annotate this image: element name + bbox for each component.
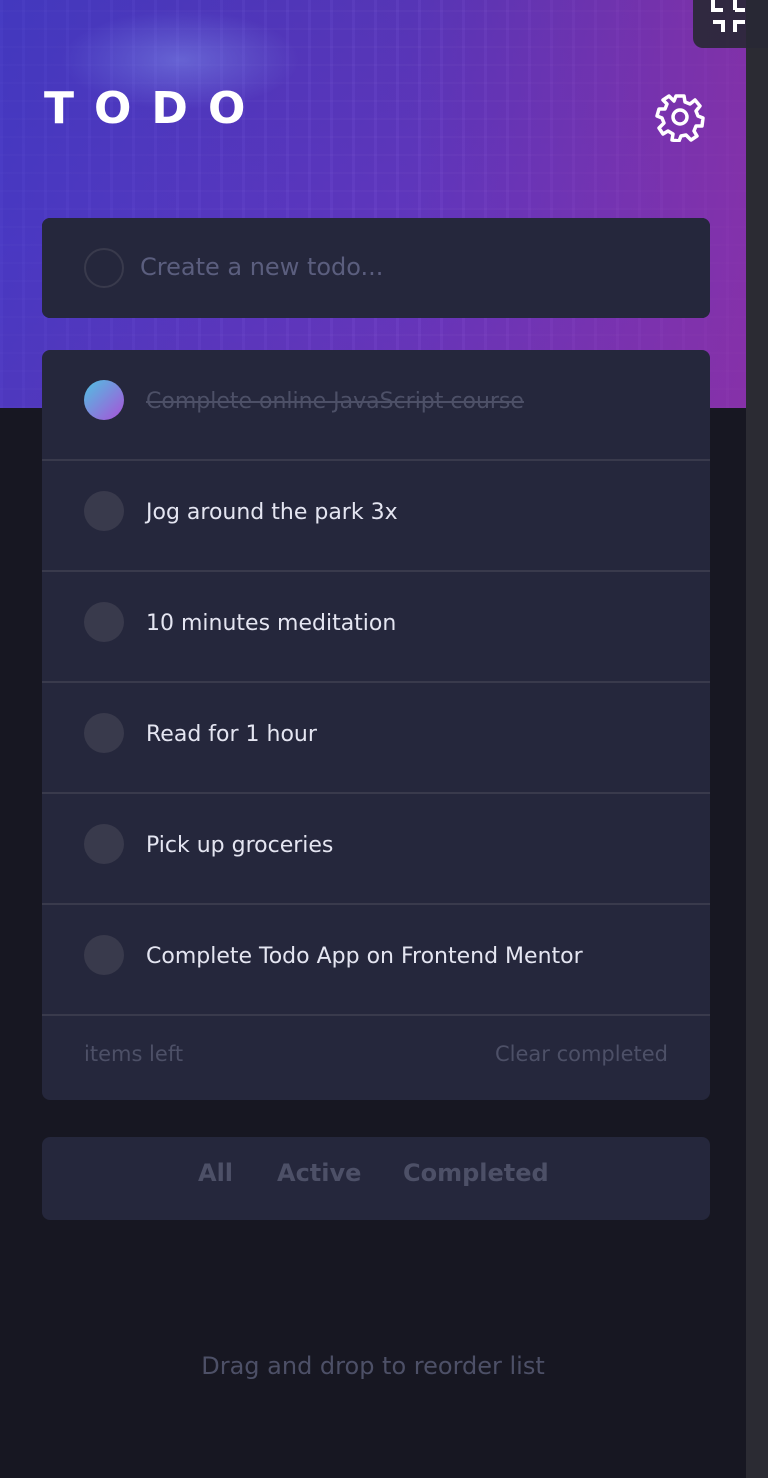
gear-icon (655, 94, 705, 143)
todo-text: Jog around the park 3x (146, 500, 398, 525)
new-todo-checkbox[interactable] (84, 248, 124, 288)
todo-item[interactable]: Read for 1 hour (42, 683, 710, 794)
filter-completed[interactable]: Completed (403, 1159, 549, 1187)
settings-button[interactable] (654, 92, 706, 143)
todo-item[interactable]: Complete online JavaScript course (42, 350, 710, 461)
filter-bar: All Active Completed (42, 1137, 710, 1220)
todo-checkbox-checked[interactable] (84, 380, 124, 420)
todo-checkbox[interactable] (84, 491, 124, 531)
new-todo-input[interactable] (140, 246, 640, 288)
todo-item[interactable]: Jog around the park 3x (42, 461, 710, 572)
todo-checkbox[interactable] (84, 935, 124, 975)
todo-text: 10 minutes meditation (146, 611, 397, 636)
fullscreen-exit-icon (711, 0, 745, 32)
filter-all[interactable]: All (198, 1159, 233, 1187)
todo-checkbox[interactable] (84, 713, 124, 753)
todo-text: Read for 1 hour (146, 722, 317, 747)
filter-active[interactable]: Active (277, 1159, 361, 1187)
reorder-hint: Drag and drop to reorder list (201, 1352, 545, 1380)
clear-completed-button[interactable]: Clear completed (495, 1042, 668, 1066)
todo-text: Pick up groceries (146, 833, 334, 858)
todo-checkbox[interactable] (84, 824, 124, 864)
list-footer: items left Clear completed (42, 1018, 710, 1100)
page-title: TODO (44, 83, 266, 134)
fullscreen-exit-button[interactable] (693, 0, 768, 48)
todo-list: Complete online JavaScript course Jog ar… (42, 350, 710, 1100)
todo-text: Complete online JavaScript course (146, 389, 524, 414)
todo-item[interactable]: Pick up groceries (42, 794, 710, 905)
header-background (0, 0, 746, 408)
todo-text: Complete Todo App on Frontend Mentor (146, 944, 583, 969)
todo-checkbox[interactable] (84, 602, 124, 642)
todo-item[interactable]: 10 minutes meditation (42, 572, 710, 683)
todo-item[interactable]: Complete Todo App on Frontend Mentor (42, 905, 710, 1016)
items-left-count: items left (84, 1042, 184, 1066)
window-edge (746, 0, 768, 1478)
